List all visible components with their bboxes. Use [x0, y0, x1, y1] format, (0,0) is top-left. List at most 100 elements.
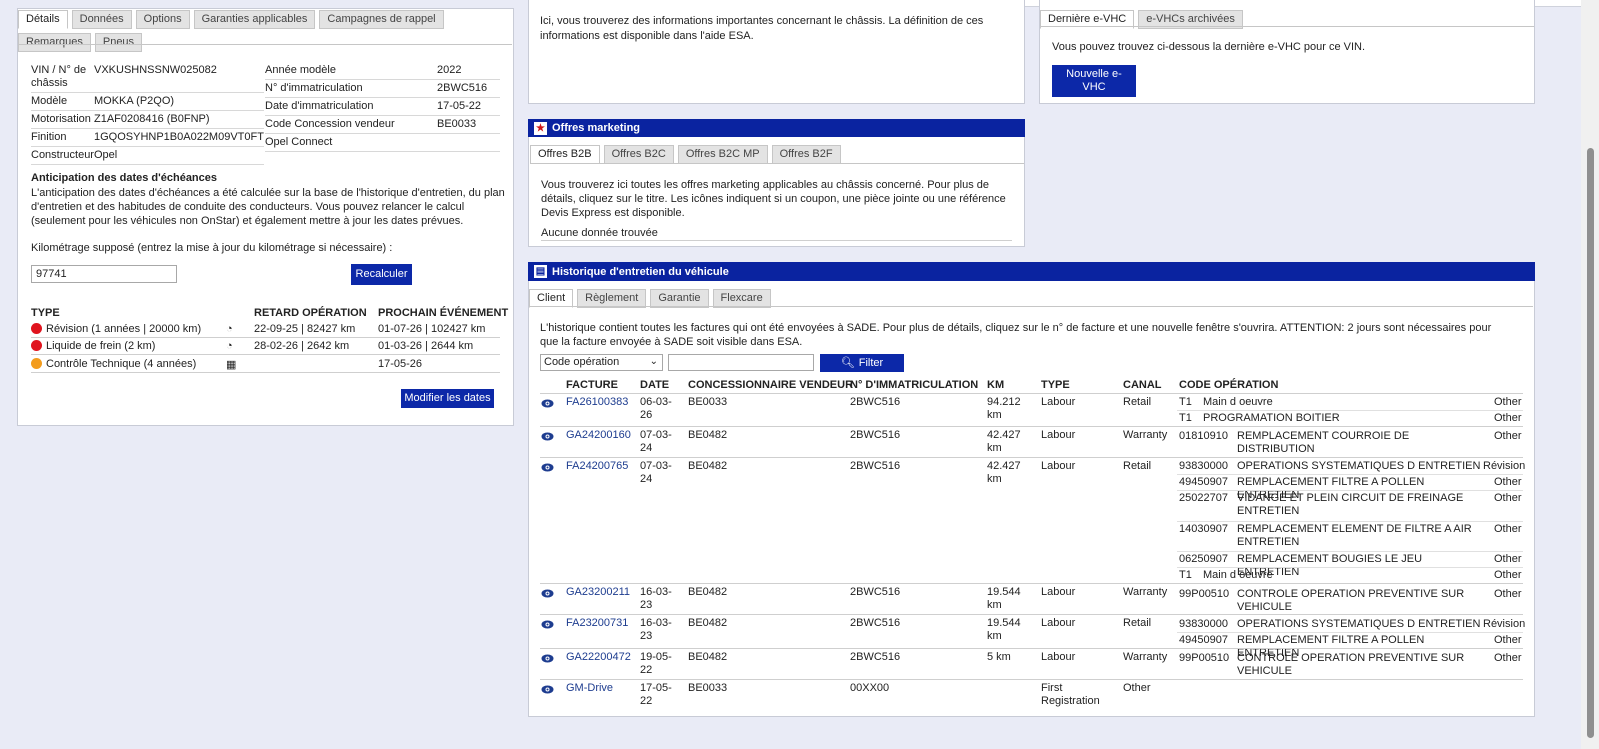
- operation-category: Other: [1494, 588, 1522, 600]
- details-value: [437, 133, 500, 152]
- eye-icon[interactable]: [541, 654, 554, 663]
- offers-tab[interactable]: Offres B2C: [603, 145, 674, 164]
- details-value: 2BWC516: [437, 79, 500, 98]
- row-divider: [31, 354, 500, 355]
- vehicle-tab[interactable]: Options: [135, 10, 190, 29]
- details-value: Opel: [93, 146, 264, 165]
- details-row: N° d'immatriculation 2BWC516: [265, 79, 500, 98]
- invoice-link[interactable]: FA23200731: [566, 617, 628, 630]
- col-late-operation: RETARD OPÉRATION: [254, 307, 367, 319]
- details-label: Motorisation: [31, 110, 94, 129]
- row-divider: [31, 372, 500, 373]
- dealer-code: BE0033: [688, 682, 728, 694]
- km-value: 42.427 km: [987, 429, 1021, 454]
- filter-input[interactable]: [668, 354, 814, 371]
- eye-icon[interactable]: [541, 432, 554, 441]
- invoice-link[interactable]: GA22200472: [566, 651, 631, 664]
- operation-divider: [1177, 567, 1523, 568]
- details-row: Code Concession vendeur BE0033: [265, 115, 500, 134]
- offers-tab[interactable]: Offres B2C MP: [677, 145, 768, 164]
- operation-description: OPERATIONS SYSTEMATIQUES D ENTRETIEN: [1237, 460, 1481, 472]
- eye-icon[interactable]: [541, 620, 554, 629]
- eye-icon[interactable]: [541, 685, 554, 694]
- operation-description: PROGRAMATION BOITIER: [1203, 412, 1340, 424]
- invoice-date: 19-05-22: [640, 651, 672, 676]
- operation-category: Other: [1494, 523, 1522, 535]
- eye-icon[interactable]: [541, 399, 554, 408]
- row-divider: [31, 337, 500, 338]
- invoice-channel: Warranty: [1123, 429, 1168, 441]
- plate-number: 00XX00: [850, 682, 890, 694]
- invoice-link[interactable]: GM-Drive: [566, 682, 613, 695]
- history-row-divider: [540, 426, 1523, 427]
- operation-category: Other: [1494, 652, 1522, 664]
- vehicle-tab[interactable]: Données: [71, 10, 132, 29]
- filter-button-label: Filter: [858, 356, 884, 369]
- vehicle-tab[interactable]: Garanties applicables: [193, 10, 316, 29]
- invoice-link[interactable]: GA23200211: [566, 586, 630, 599]
- offers-header: ★ Offres marketing: [528, 119, 1025, 137]
- invoice-type: Labour: [1041, 651, 1076, 663]
- new-evhc-button[interactable]: Nouvelle e-VHC: [1052, 65, 1136, 97]
- operation-category: Other: [1494, 569, 1522, 581]
- operation-code: 14030907: [1179, 523, 1228, 535]
- details-label: Constructeur: [31, 146, 94, 165]
- invoice-date: 07-03-24: [640, 460, 672, 485]
- history-row-divider: [540, 679, 1523, 680]
- plate-number: 2BWC516: [850, 460, 901, 472]
- operation-divider: [1177, 410, 1523, 411]
- offers-tab[interactable]: Offres B2F: [771, 145, 841, 164]
- invoice-type: Labour: [1041, 460, 1076, 472]
- history-header: ▤ Historique d'entretien du véhicule: [528, 262, 1535, 281]
- anticipation-late: 28-02-26 | 2642 km: [254, 340, 350, 352]
- offers-text: Vous trouverez ici toutes les offres mar…: [541, 179, 1006, 219]
- eye-icon[interactable]: [541, 589, 554, 598]
- operation-code: 49450907: [1179, 634, 1228, 646]
- plate-number: 2BWC516: [850, 651, 901, 663]
- km-value: 94.212 km: [987, 396, 1021, 421]
- km-value: 5 km: [987, 651, 1011, 663]
- details-value: Z1AF0208416 (B0FNP): [93, 110, 264, 129]
- offers-title: Offres marketing: [552, 122, 641, 134]
- vehicle-tabs-divider: [18, 44, 512, 45]
- calendar-icon: ▦: [226, 359, 237, 371]
- status-dot: [31, 358, 42, 369]
- mileage-input[interactable]: 97741: [31, 265, 177, 283]
- scrollbar-thumb[interactable]: [1587, 148, 1594, 738]
- page-scrollbar[interactable]: [1581, 0, 1599, 749]
- invoice-link[interactable]: FA26100383: [566, 396, 628, 409]
- offers-tab[interactable]: Offres B2B: [530, 145, 600, 164]
- history-row-divider: [540, 614, 1523, 615]
- offers-tabs-divider: [530, 163, 1024, 164]
- details-label: Code Concession vendeur: [265, 115, 437, 134]
- details-row: VIN / N° de châssis VXKUSHNSSNW025082: [31, 62, 264, 93]
- operation-code: 93830000: [1179, 618, 1228, 630]
- details-row: Année modèle 2022: [265, 62, 500, 80]
- operation-description: REMPLACEMENT COURROIE DE DISTRIBUTION: [1237, 430, 1410, 455]
- anticipation-type: Révision (1 années | 20000 km): [46, 323, 202, 335]
- invoice-link[interactable]: FA24200765: [566, 460, 628, 473]
- invoice-link[interactable]: GA24200160: [566, 429, 631, 442]
- operation-description: REMPLACEMENT ELEMENT DE FILTRE A AIR ENT…: [1237, 523, 1472, 548]
- vehicle-tab[interactable]: Remarques: [18, 33, 91, 52]
- invoice-channel: Warranty: [1123, 651, 1168, 663]
- history-text: L'historique contient toutes les facture…: [540, 322, 1492, 348]
- vehicle-tab[interactable]: Détails: [18, 10, 68, 29]
- operation-description: Main d oeuvre: [1203, 569, 1273, 581]
- operation-code-select-value: Code opération: [544, 356, 620, 368]
- recalculate-button[interactable]: Recalculer: [351, 264, 412, 285]
- filter-button[interactable]: 🔍︎ Filter: [820, 354, 904, 372]
- operation-code: 93830000: [1179, 460, 1228, 472]
- modify-dates-button[interactable]: Modifier les dates: [401, 389, 494, 408]
- operation-code-select[interactable]: Code opération ⌄: [540, 354, 663, 371]
- offers-tabs: Offres B2B Offres B2C Offres B2C MP Offres …: [530, 145, 841, 164]
- vehicle-tab[interactable]: Campagnes de rappel: [319, 10, 444, 29]
- invoice-type: Labour: [1041, 429, 1076, 441]
- history-col-header: N° D'IMMATRICULATION: [850, 379, 979, 391]
- vehicle-tab[interactable]: Pneus: [94, 33, 143, 52]
- operation-description: CONTROLE OPERATION PREVENTIVE SUR VEHICU…: [1237, 652, 1465, 677]
- details-row: Motorisation Z1AF0208416 (B0FNP): [31, 110, 264, 129]
- history-row-divider: [540, 457, 1523, 458]
- eye-icon[interactable]: [541, 463, 554, 472]
- invoice-type: First Registration: [1041, 682, 1100, 707]
